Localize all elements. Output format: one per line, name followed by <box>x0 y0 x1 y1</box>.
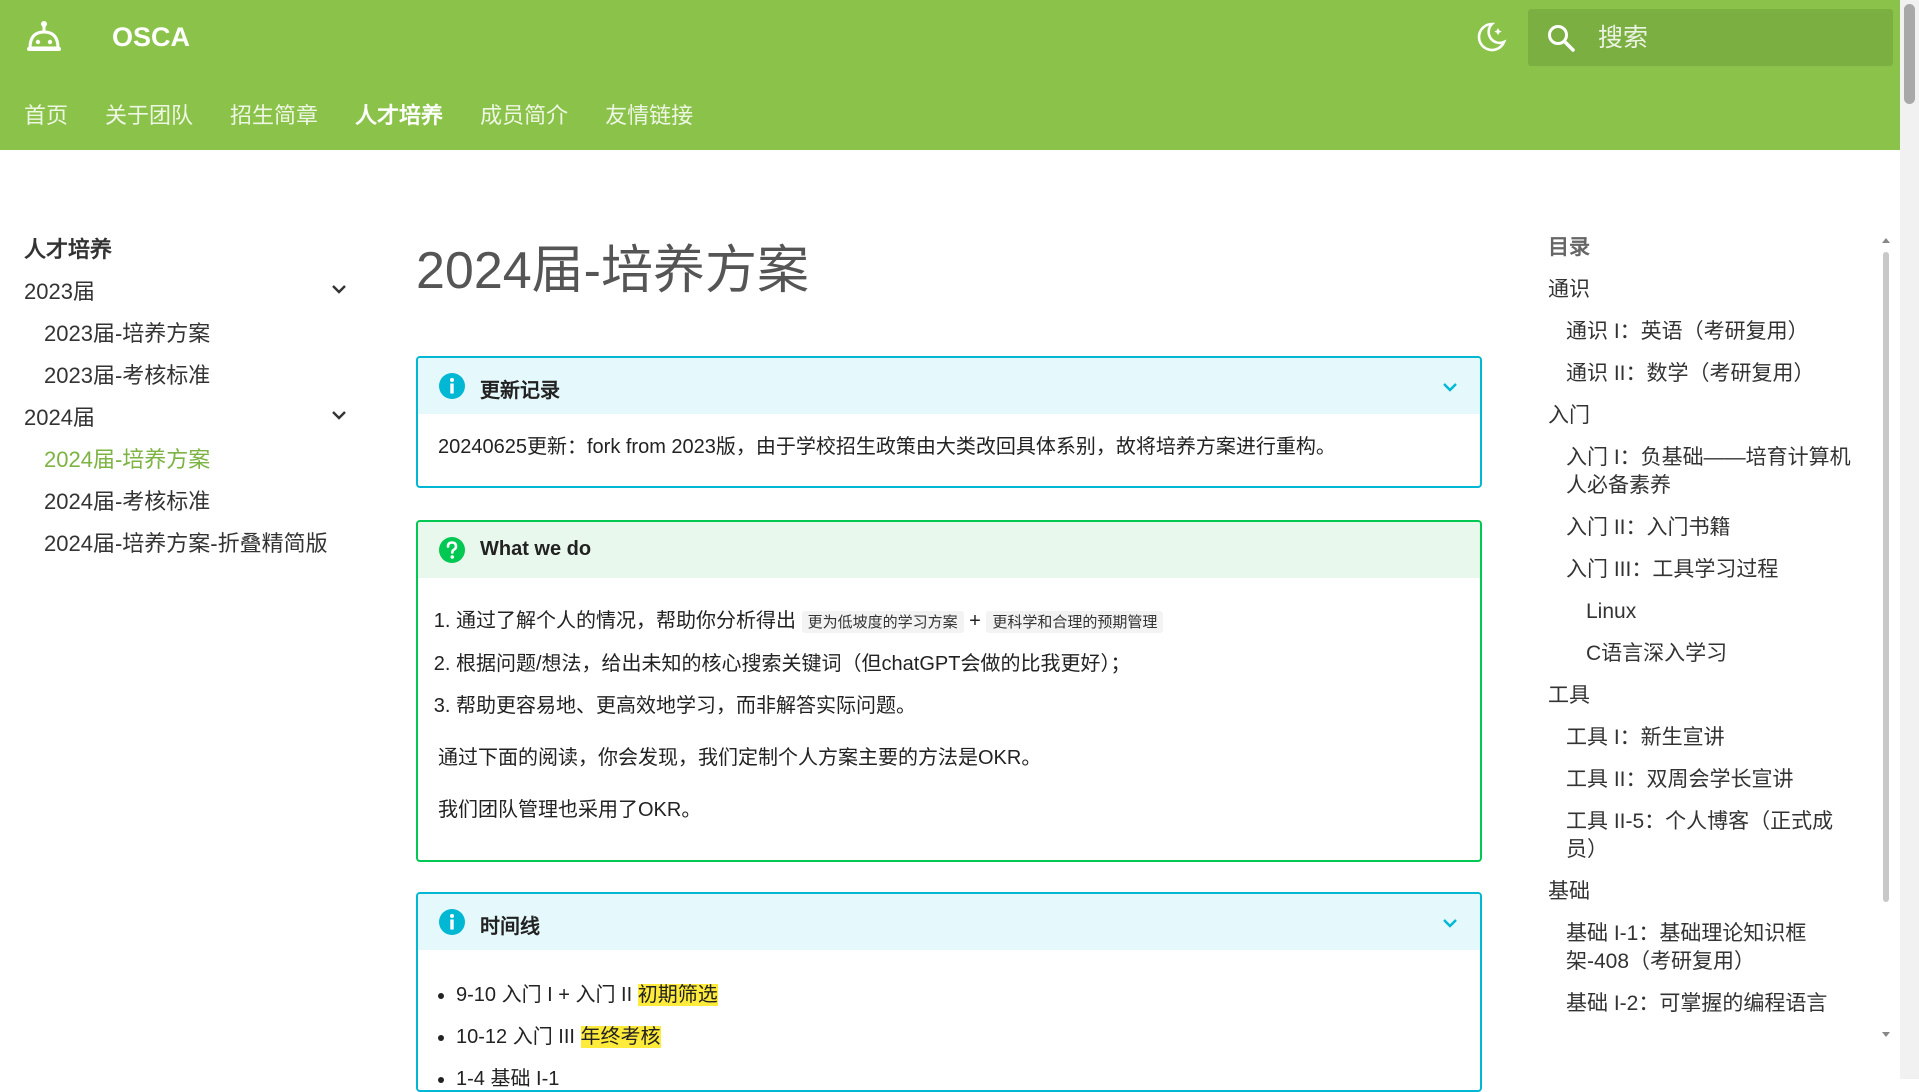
tab-talent-training[interactable]: 人才培养 <box>355 98 443 130</box>
site-header: OSCA 首页 关于团队 招生简章 人才培养 成员简介 友情链接 <box>0 0 1900 150</box>
list-item: 9-10 入门 I + 入门 II 初期筛选 <box>456 980 1460 1010</box>
dark-mode-toggle-icon[interactable] <box>1472 20 1508 56</box>
inline-code: 更科学和合理的预期管理 <box>986 611 1164 633</box>
list-item: 根据问题/想法，给出未知的核心搜索关键词（但chatGPT会做的比我更好）； <box>456 649 1460 679</box>
toc-item[interactable]: 入门 <box>1548 402 1590 430</box>
info-icon <box>439 909 465 935</box>
search-input[interactable] <box>1596 9 1880 68</box>
what-we-do-admonition: What we do 通过了解个人的情况，帮助你分析得出 更为低坡度的学习方案 … <box>416 520 1482 862</box>
paragraph: 我们团队管理也采用了OKR。 <box>438 799 702 821</box>
search-icon[interactable] <box>1546 23 1576 53</box>
paragraph: 通过下面的阅读，你会发现，我们定制个人方案主要的方法是OKR。 <box>438 747 1042 769</box>
toc-title: 目录 <box>1548 236 1590 259</box>
timeline-list: 9-10 入门 I + 入门 II 初期筛选 10-12 入门 III 年终考核… <box>438 980 1460 1090</box>
toc-item[interactable]: 工具 <box>1548 682 1590 710</box>
toc-item[interactable]: 入门 II：入门书籍 <box>1566 514 1731 542</box>
inline-code: 更为低坡度的学习方案 <box>801 611 964 633</box>
admonition-header[interactable]: 更新记录 <box>418 358 1480 414</box>
toc-scrollbar[interactable] <box>1880 238 1892 1038</box>
timeline-admonition: 时间线 9-10 入门 I + 入门 II 初期筛选 10-12 入门 III … <box>416 892 1482 1092</box>
nav-item-2024-standard[interactable]: 2024届-考核标准 <box>44 484 210 516</box>
question-icon <box>439 537 465 563</box>
scroll-up-arrow-icon[interactable] <box>1882 238 1890 243</box>
tab-admissions[interactable]: 招生简章 <box>230 98 318 130</box>
admonition-title: 时间线 <box>480 916 540 938</box>
toc-item[interactable]: 基础 I-2：可掌握的编程语言 <box>1566 990 1827 1018</box>
toc-item[interactable]: 工具 I：新生宣讲 <box>1566 724 1725 752</box>
toc-item[interactable]: 工具 II-5：个人博客（正式成员） <box>1566 808 1858 864</box>
admonition-header: What we do <box>418 522 1480 578</box>
highlight: 年终考核 <box>580 1026 661 1048</box>
nav-group-2023[interactable]: 2023届 <box>24 274 95 306</box>
update-admonition: 更新记录 20240625更新：fork from 2023版，由于学校招生政策… <box>416 356 1482 488</box>
nav-section-title: 人才培养 <box>24 237 113 262</box>
toc-item[interactable]: 入门 I：负基础——培育计算机人必备素养 <box>1566 444 1858 500</box>
toc-scrollbar-thumb[interactable] <box>1883 252 1889 902</box>
highlight: 初期筛选 <box>637 984 718 1006</box>
tab-home[interactable]: 首页 <box>24 98 68 130</box>
scroll-down-arrow-icon[interactable] <box>1882 1032 1890 1037</box>
nav-item-2023-plan[interactable]: 2023届-培养方案 <box>44 316 210 348</box>
tab-links[interactable]: 友情链接 <box>605 98 693 130</box>
nav-group-2024[interactable]: 2024届 <box>24 400 95 432</box>
toc-item[interactable]: 基础 I-1：基础理论知识框架-408（考研复用） <box>1566 920 1858 976</box>
admonition-body: 通过了解个人的情况，帮助你分析得出 更为低坡度的学习方案 + 更科学和合理的预期… <box>418 578 1480 839</box>
admonition-header[interactable]: 时间线 <box>418 894 1480 950</box>
toc-item[interactable]: 基础 <box>1548 878 1590 906</box>
tab-members[interactable]: 成员简介 <box>480 98 568 130</box>
toc-item[interactable]: 通识 I：英语（考研复用） <box>1566 318 1809 346</box>
list-item: 1-4 基础 I-1 <box>456 1064 1460 1090</box>
list-item: 10-12 入门 III 年终考核 <box>456 1022 1460 1052</box>
nav-item-2024-plan-brief[interactable]: 2024届-培养方案-折叠精简版 <box>44 526 328 558</box>
page-scrollbar-thumb[interactable] <box>1904 4 1915 104</box>
list-item: 帮助更容易地、更高效地学习，而非解答实际问题。 <box>456 691 1460 721</box>
nav-item-2023-standard[interactable]: 2023届-考核标准 <box>44 358 210 390</box>
toc-item[interactable]: Linux <box>1586 598 1636 626</box>
toc-item[interactable]: 入门 III：工具学习过程 <box>1566 556 1778 584</box>
admonition-body: 20240625更新：fork from 2023版，由于学校招生政策由大类改回… <box>418 414 1480 476</box>
admonition-body: 9-10 入门 I + 入门 II 初期筛选 10-12 入门 III 年终考核… <box>418 950 1480 1090</box>
info-icon <box>439 373 465 399</box>
chevron-down-icon[interactable] <box>1440 913 1460 933</box>
page-title: 2024届-培养方案 <box>416 242 809 300</box>
chevron-down-icon[interactable] <box>330 406 348 424</box>
goals-list: 通过了解个人的情况，帮助你分析得出 更为低坡度的学习方案 + 更科学和合理的预期… <box>438 606 1460 721</box>
update-text: 20240625更新：fork from 2023版，由于学校招生政策由大类改回… <box>438 436 1336 458</box>
toc-item[interactable]: 通识 II：数学（考研复用） <box>1566 360 1815 388</box>
chevron-down-icon[interactable] <box>1440 377 1460 397</box>
top-tabs: 首页 关于团队 招生简章 人才培养 成员简介 友情链接 <box>24 98 730 130</box>
search-box[interactable] <box>1528 9 1893 68</box>
toc-item[interactable]: 通识 <box>1548 276 1590 304</box>
tab-about-team[interactable]: 关于团队 <box>105 98 193 130</box>
admonition-title: What we do <box>480 538 592 560</box>
nav-item-2024-plan[interactable]: 2024届-培养方案 <box>44 442 210 474</box>
admonition-title: 更新记录 <box>480 380 560 402</box>
robot-logo-icon[interactable] <box>24 18 64 58</box>
toc-item[interactable]: C语言深入学习 <box>1586 640 1727 668</box>
site-title[interactable]: OSCA <box>112 22 190 53</box>
page-scrollbar[interactable] <box>1900 0 1919 1079</box>
list-item: 通过了解个人的情况，帮助你分析得出 更为低坡度的学习方案 + 更科学和合理的预期… <box>456 606 1460 637</box>
chevron-down-icon[interactable] <box>330 280 348 298</box>
toc-item[interactable]: 工具 II：双周会学长宣讲 <box>1566 766 1794 794</box>
